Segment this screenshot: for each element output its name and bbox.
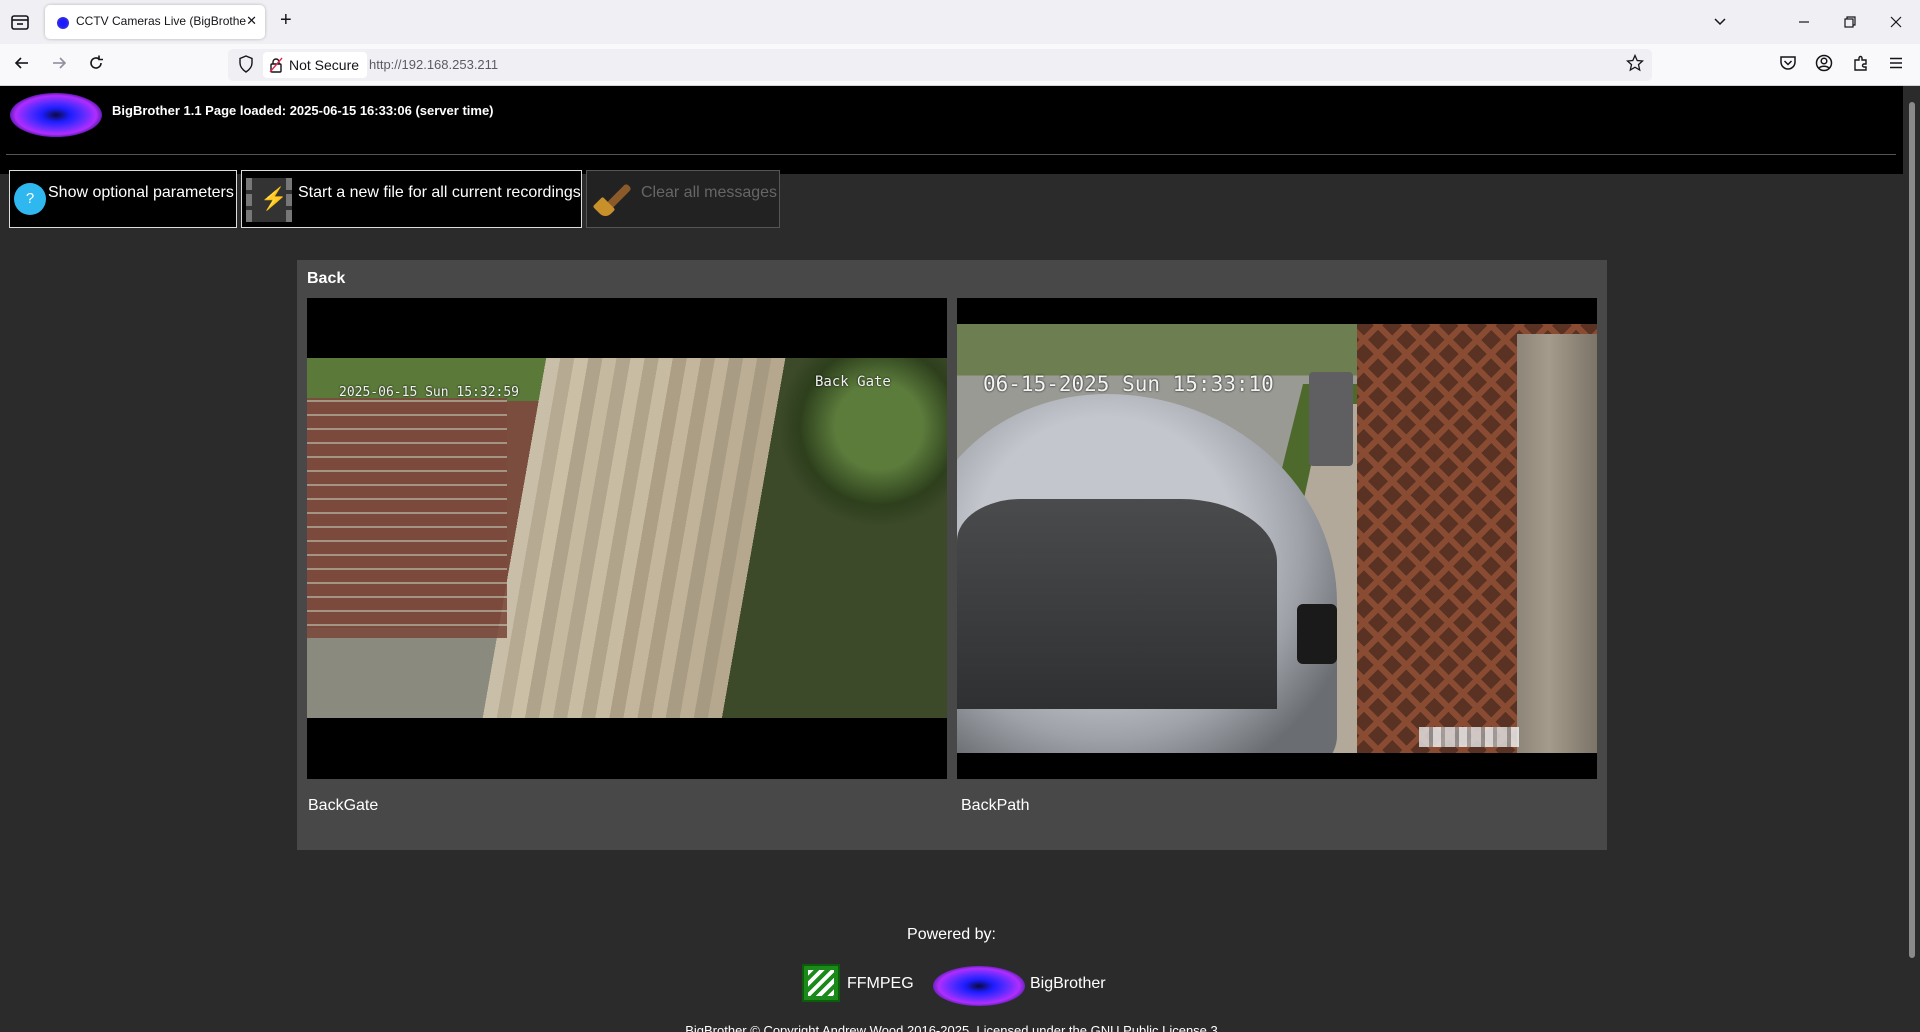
camera-blurred-overlay	[1419, 727, 1519, 747]
menu-icon[interactable]	[1887, 54, 1905, 72]
film-strip-icon: ⚡	[246, 178, 292, 222]
bigbrother-eye-logo-icon	[10, 93, 102, 137]
show-optional-parameters-label: Show optional parameters	[48, 184, 234, 201]
extensions-icon[interactable]	[1852, 54, 1870, 72]
ffmpeg-link[interactable]: FFMPEG	[847, 975, 914, 993]
new-tab-button[interactable]: +	[280, 9, 292, 32]
pocket-icon[interactable]	[1779, 54, 1797, 72]
account-icon[interactable]	[1815, 54, 1833, 72]
browser-tab-bar: CCTV Cameras Live (BigBrother) ✕ +	[0, 0, 1920, 44]
tab-close-icon[interactable]: ✕	[246, 13, 257, 29]
camera-image: 06-15-2025 Sun 15:33:10	[957, 324, 1597, 753]
tab-title: CCTV Cameras Live (BigBrother)	[76, 14, 246, 28]
url-text[interactable]: http://192.168.253.211	[369, 57, 498, 72]
powered-by-label: Powered by:	[907, 926, 996, 943]
chevron-down-icon[interactable]	[1712, 14, 1728, 30]
camera-image: 2025-06-15 Sun 15:32:59 Back Gate	[307, 358, 947, 718]
bigbrother-link[interactable]: BigBrother	[1030, 975, 1106, 993]
camera-feed-backpath[interactable]: 06-15-2025 Sun 15:33:10	[957, 298, 1597, 779]
page-header: BigBrother 1.1 Page loaded: 2025-06-15 1…	[0, 86, 1903, 174]
not-secure-indicator[interactable]: Not Secure	[263, 52, 368, 78]
not-secure-label: Not Secure	[289, 57, 360, 73]
lock-slash-icon	[269, 57, 283, 73]
ffmpeg-logo-icon[interactable]	[802, 964, 840, 1002]
camera-feed-backgate[interactable]: 2025-06-15 Sun 15:32:59 Back Gate	[307, 298, 947, 779]
camera-group-title: Back	[307, 270, 346, 287]
browser-nav-bar: Not Secure http://192.168.253.211	[0, 44, 1920, 86]
broom-brush-icon	[591, 177, 635, 221]
shield-icon[interactable]	[238, 55, 254, 73]
header-divider	[6, 154, 1896, 155]
vertical-scrollbar[interactable]	[1903, 86, 1920, 1032]
camera-timestamp-overlay: 06-15-2025 Sun 15:33:10	[983, 372, 1274, 396]
close-window-icon[interactable]	[1888, 14, 1904, 30]
clear-all-messages-label: Clear all messages	[641, 184, 778, 201]
restore-icon[interactable]	[1842, 14, 1858, 30]
camera-name-backpath: BackPath	[961, 797, 1030, 814]
forward-icon[interactable]	[50, 54, 68, 72]
reload-icon[interactable]	[87, 54, 105, 72]
camera-timestamp-overlay: 2025-06-15 Sun 15:32:59	[339, 385, 520, 400]
scrollbar-thumb[interactable]	[1909, 102, 1915, 958]
camera-label-overlay: Back Gate	[815, 374, 891, 390]
page-content: BigBrother 1.1 Page loaded: 2025-06-15 1…	[0, 86, 1903, 1032]
help-question-icon: ?	[14, 183, 46, 215]
browser-tab[interactable]: CCTV Cameras Live (BigBrother) ✕	[45, 5, 265, 39]
show-optional-parameters-button[interactable]: ? Show optional parameters	[9, 170, 237, 228]
url-bar[interactable]: Not Secure http://192.168.253.211	[228, 49, 1652, 81]
bigbrother-eye-logo-icon[interactable]	[933, 966, 1025, 1006]
start-new-file-button[interactable]: ⚡ Start a new file for all current recor…	[241, 170, 582, 228]
camera-name-backgate: BackGate	[308, 797, 379, 814]
tab-list-icon[interactable]	[8, 10, 32, 34]
camera-group-back: Back 2025-06-15 Sun 15:32:59 Back Gate 0…	[297, 260, 1607, 850]
clear-all-messages-button[interactable]: Clear all messages	[586, 170, 780, 228]
page-load-info: BigBrother 1.1 Page loaded: 2025-06-15 1…	[112, 103, 494, 118]
bookmark-star-icon[interactable]	[1626, 54, 1644, 72]
minimize-icon[interactable]	[1796, 14, 1812, 30]
back-icon[interactable]	[13, 54, 31, 72]
start-new-file-label: Start a new file for all current recordi…	[298, 184, 581, 201]
copyright-notice: BigBrother © Copyright Andrew Wood 2016-…	[685, 1023, 1218, 1032]
favicon-icon	[57, 17, 69, 29]
